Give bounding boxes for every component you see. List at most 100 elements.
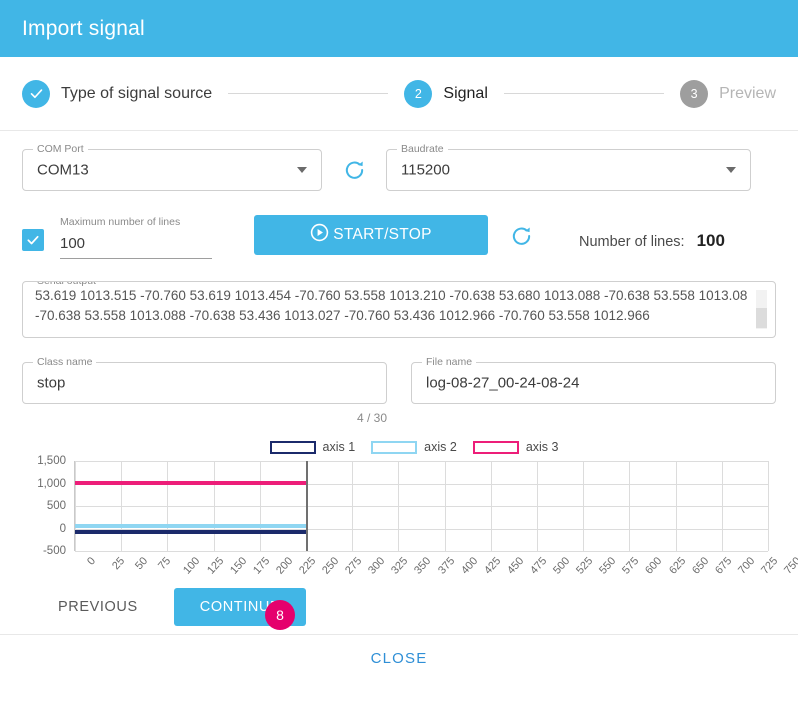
signal-chart: axis 1 axis 2 axis 3 1,500 1,000 500 0 -500 …: [22, 437, 798, 582]
serial-output-scrollbar[interactable]: [756, 290, 767, 329]
number-of-lines-readout: Number of lines: 100: [579, 231, 725, 251]
max-lines-input[interactable]: 100: [60, 235, 212, 259]
chart-gridline-v: [675, 461, 677, 551]
chart-gridline-v: [721, 461, 723, 551]
chart-gridline-v: [213, 461, 215, 551]
footer-bar: CLOSE: [0, 635, 798, 681]
chart-y-tick-label: 500: [46, 500, 66, 512]
chart-gridline-v: [444, 461, 446, 551]
scrollbar-thumb[interactable]: [756, 308, 767, 328]
max-lines-checkbox[interactable]: [22, 229, 44, 251]
baudrate-label: Baudrate: [397, 143, 448, 155]
chart-gridline-h: [75, 461, 768, 462]
com-port-value: COM13: [37, 161, 89, 179]
chart-y-axis: 1,500 1,000 500 0 -500: [22, 455, 70, 557]
chart-y-tick-label: 1,000: [37, 477, 66, 490]
chart-x-tick-label: 700: [735, 555, 758, 577]
max-lines-field[interactable]: Maximum number of lines 100: [60, 216, 212, 259]
class-name-value: stop: [37, 374, 66, 392]
chart-series-line: [75, 529, 306, 534]
chart-gridline-v: [490, 461, 492, 551]
com-port-select[interactable]: COM Port COM13: [22, 143, 322, 191]
close-button[interactable]: CLOSE: [365, 649, 434, 668]
step-2-label: Signal: [443, 84, 488, 102]
file-name-input[interactable]: File name log-08-27_00-24-08-24: [411, 356, 776, 404]
capture-row: Maximum number of lines 100 START/STOP N…: [22, 215, 776, 259]
number-of-lines-label: Number of lines:: [579, 234, 685, 250]
stepper-connector-1: [228, 93, 389, 94]
naming-row: Class name stop File name log-08-27_00-2…: [22, 356, 776, 404]
connection-row: COM Port COM13 Baudrate 115200: [22, 143, 776, 191]
step-type-of-signal-source[interactable]: Type of signal source: [22, 79, 212, 108]
serial-output-line: -70.638 53.558 1013.088 -70.638 53.436 1…: [35, 308, 650, 323]
chart-x-tick-label: 250: [320, 555, 342, 577]
max-lines-label: Maximum number of lines: [60, 216, 181, 228]
baudrate-value: 115200: [401, 161, 450, 179]
serial-output-box[interactable]: Serial output 53.619 1013.515 -70.760 53…: [22, 281, 776, 338]
step-signal[interactable]: 2 Signal: [404, 79, 488, 108]
chart-x-tick-label: 275: [343, 555, 365, 577]
chart-x-tick-label: 575: [620, 555, 642, 577]
refresh-icon: [510, 227, 533, 252]
chart-y-tick-label: -500: [42, 545, 66, 557]
chart-x-tick-label: 450: [504, 555, 527, 577]
step-preview[interactable]: 3 Preview: [680, 79, 776, 108]
class-name-counter: 4 / 30: [356, 411, 387, 425]
chart-gridline-v: [768, 461, 769, 551]
chart-x-tick-label: 675: [712, 555, 734, 577]
chart-x-tick-label: 725: [758, 555, 781, 577]
stepper-connector-2: [503, 93, 665, 94]
previous-button[interactable]: PREVIOUS: [40, 589, 156, 625]
chart-gridline-v: [75, 461, 76, 551]
chart-plot-area: 1,500 1,000 500 0 -500 0 25 50 75 100 125 150 175 20…: [22, 455, 798, 581]
chart-gridline-v: [398, 461, 400, 551]
legend-swatch: [472, 440, 519, 454]
legend-item-axis-2[interactable]: axis 2: [371, 440, 457, 454]
chart-x-tick-label: 200: [273, 555, 296, 577]
start-stop-button[interactable]: START/STOP: [254, 215, 488, 255]
chart-x-tick-label: 500: [551, 555, 573, 577]
chart-y-tick-label: 1,500: [37, 455, 66, 467]
com-port-label: COM Port: [33, 143, 88, 155]
legend-swatch: [269, 440, 316, 454]
baudrate-select[interactable]: Baudrate 115200: [386, 143, 751, 191]
step-1-check-icon: [22, 79, 50, 108]
chart-x-tick-label: 325: [389, 555, 411, 577]
file-name-value: log-08-27_00-24-08-24: [426, 374, 580, 392]
chart-gridlines: [75, 461, 769, 552]
legend-label: axis 3: [525, 440, 559, 454]
chart-x-tick-label: 300: [366, 555, 388, 577]
wizard-actions: PREVIOUS CONTINUE 8: [22, 588, 776, 630]
class-name-input[interactable]: Class name stop: [22, 356, 387, 404]
chart-x-tick-label: 75: [156, 555, 174, 573]
chart-y-tick-label: 0: [59, 522, 66, 535]
chart-gridline-v: [259, 461, 261, 551]
chart-gridline-v: [121, 461, 123, 551]
chart-x-tick-label: 100: [181, 555, 203, 577]
play-circle-icon: [310, 223, 329, 247]
legend-item-axis-3[interactable]: axis 3: [472, 440, 559, 454]
chart-x-tick-label: 0: [85, 555, 99, 568]
chart-x-tick-label: 475: [527, 555, 550, 577]
chart-x-tick-label: 525: [574, 555, 596, 577]
chart-x-tick-label: 550: [597, 555, 619, 577]
chart-x-tick-label: 125: [204, 555, 226, 577]
chart-x-tick-label: 400: [458, 555, 480, 577]
chart-legend: axis 1 axis 2 axis 3: [22, 437, 776, 457]
chart-x-tick-label: 175: [250, 555, 272, 577]
chart-gridline-v: [583, 461, 585, 551]
chart-x-tick-label: 50: [133, 555, 151, 573]
chart-x-tick-label: 25: [110, 555, 128, 573]
refresh-ports-button[interactable]: [322, 159, 386, 182]
refresh-icon: [343, 159, 366, 182]
chart-x-tick-label: 375: [435, 555, 457, 577]
refresh-lines-button[interactable]: [510, 225, 533, 253]
chart-x-axis: 0 25 50 75 100 125 150 175 200 225 250 275 300 325 350…: [74, 551, 798, 581]
step-2-number: 2: [404, 79, 433, 108]
chart-x-tick-label: 150: [227, 555, 249, 577]
dialog-title: Import signal: [22, 16, 145, 40]
serial-output-line: 53.619 1013.515 -70.760 53.619 1013.454 …: [35, 288, 747, 303]
start-stop-label: START/STOP: [333, 226, 432, 243]
legend-label: axis 2: [424, 440, 457, 454]
legend-item-axis-1[interactable]: axis 1: [269, 440, 355, 454]
